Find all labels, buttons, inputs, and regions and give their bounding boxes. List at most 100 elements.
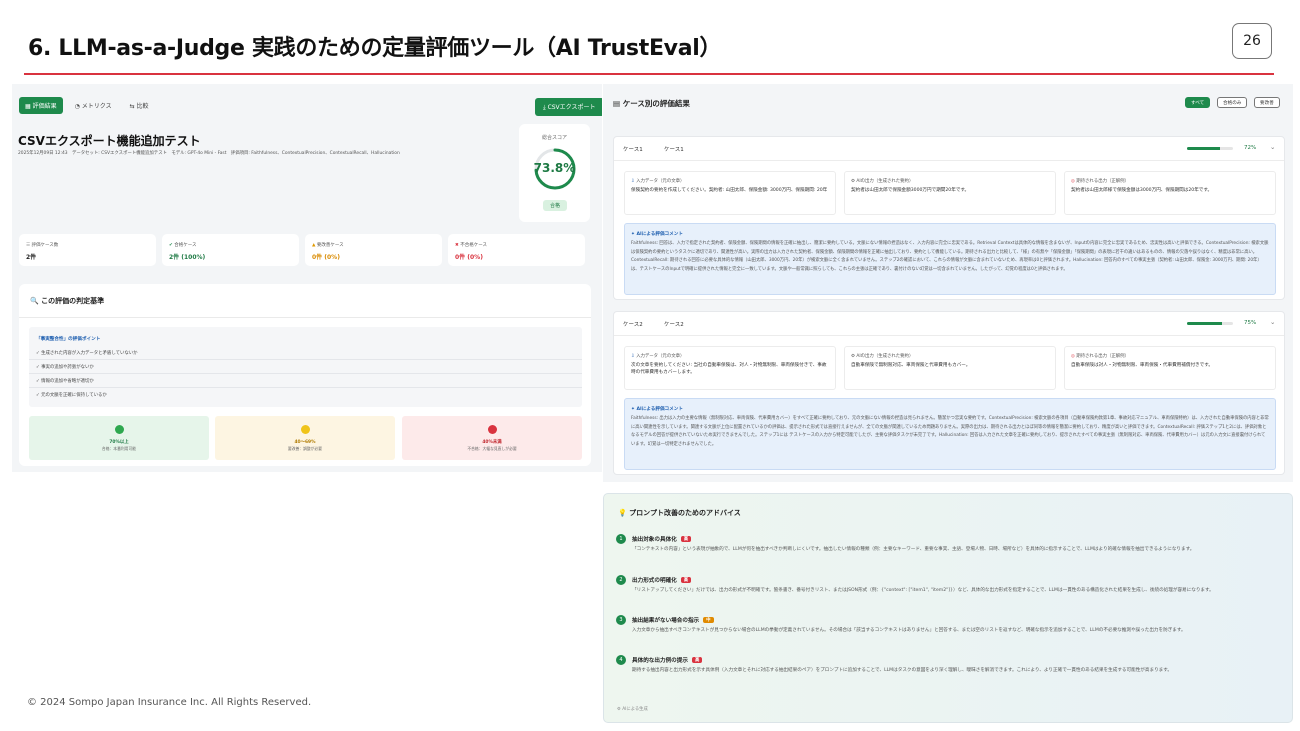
case-score-fill bbox=[1187, 322, 1222, 325]
magnifier-icon: 🔍 bbox=[30, 297, 42, 305]
overall-score-card: 総合スコア 73.8% 合格 bbox=[519, 124, 590, 222]
filter-needs-improvement-button[interactable]: 要改善 bbox=[1254, 97, 1280, 108]
pass-badge: 合格 bbox=[543, 200, 567, 211]
input-data-box: ⇩ 入力データ（元の文章） 次の文章を要約してください: 当社の自動車保険は、対… bbox=[624, 346, 836, 390]
ai-comment-text: Faithfulness: 出力は入力の主要な情報（無制限対応、車両保険、代車費… bbox=[631, 416, 1269, 448]
case-header[interactable]: ケース2 ケース2 75% ⌄ bbox=[614, 312, 1284, 336]
csv-export-button[interactable]: ⤓ CSVエクスポート bbox=[535, 98, 602, 116]
divider bbox=[19, 317, 591, 318]
case-score-fill bbox=[1187, 147, 1221, 150]
stat-value: 0件 (0%) bbox=[312, 254, 340, 261]
chevron-down-icon[interactable]: ⌄ bbox=[1270, 318, 1275, 326]
stat-value: 0件 (0%) bbox=[455, 254, 483, 261]
case-score: 75% bbox=[1244, 320, 1257, 326]
copyright-footer: © 2024 Sompo Japan Insurance Inc. All Ri… bbox=[27, 697, 312, 708]
green-dot-icon bbox=[114, 425, 124, 434]
view-tabs: ▦ 評価結果 ◔ メトリクス ⇆ 比較 bbox=[19, 97, 155, 114]
stat-value: 2件 (100%) bbox=[169, 254, 206, 261]
case-card: ケース2 ケース2 75% ⌄ ⇩ 入力データ（元の文章） 次の文章を要約してく… bbox=[613, 311, 1285, 475]
slide-title: 6. LLM-as-a-Judge 実践のための定量評価ツール（AI Trust… bbox=[28, 36, 722, 61]
filter-all-button[interactable]: すべて bbox=[1185, 97, 1211, 108]
output-text: 自動車保険で無制限対応、車両保険と代車費用もカバー。 bbox=[851, 363, 971, 368]
case-header[interactable]: ケース1 ケース1 72% ⌄ bbox=[614, 137, 1284, 161]
list-item: ✓ 事実の追加や誇張がないか bbox=[36, 365, 94, 370]
priority-badge: 高 bbox=[680, 577, 692, 583]
chevron-down-icon[interactable]: ⌄ bbox=[1270, 143, 1275, 151]
advice-text: 入力文章から抽出すべきコンテキストが見つからない場合のLLMの挙動が定義されてい… bbox=[632, 628, 1186, 633]
tier-fail: 40%未満 不合格：大幅な見直しが必要 bbox=[402, 416, 582, 460]
points-title: 「事実整合性」の評価ポイント bbox=[36, 337, 101, 342]
tab-metrics[interactable]: ◔ メトリクス bbox=[69, 97, 118, 114]
ai-comment-box: ✦ AIによる評価コメント Faithfulness: 回答は、入力で指定された… bbox=[624, 223, 1276, 295]
case-score: 72% bbox=[1244, 145, 1257, 151]
tab-results[interactable]: ▦ 評価結果 bbox=[19, 97, 63, 114]
advice-heading: 抽出対象の具体化 bbox=[632, 537, 677, 543]
advice-heading: 具体的な出力例の提示 bbox=[632, 658, 688, 664]
prompt-advice-panel: 💡 プロンプト改善のためのアドバイス 1 抽出対象の具体化高 「コンテキストの内… bbox=[603, 493, 1293, 723]
advice-title: プロンプト改善のためのアドバイス bbox=[629, 509, 741, 517]
stat-failed-cases: ✖ 不合格ケース 0件 (0%) bbox=[448, 234, 585, 266]
case-results-title: ケース別の評価結果 bbox=[622, 99, 690, 108]
step-number: 2 bbox=[616, 575, 626, 585]
filter-passed-button[interactable]: 合格のみ bbox=[1217, 97, 1248, 108]
stat-value: 2件 bbox=[26, 254, 37, 261]
stat-passed-cases: ✔ 合格ケース 2件 (100%) bbox=[162, 234, 299, 266]
test-title: CSVエクスポート機能追加テスト bbox=[18, 134, 201, 148]
advice-heading: 出力形式の明確化 bbox=[632, 578, 677, 584]
expected-output-box: ◎ 期待される出力（正解例） 自動車保険は対人・対物無制限、車両保険・代車費用補… bbox=[1064, 346, 1276, 390]
advice-heading: 抽出結果がない場合の指示 bbox=[632, 618, 700, 624]
score-value: 73.8% bbox=[533, 161, 576, 175]
priority-badge: 高 bbox=[680, 536, 692, 542]
red-dot-icon bbox=[487, 425, 497, 434]
stat-total-cases: ☰ 評価ケース数 2件 bbox=[19, 234, 156, 266]
output-text: 契約者は山田太郎で保険金額3000万円で期間20年です。 bbox=[851, 188, 970, 193]
advice-text: 「コンテキストの内容」という表現が抽象的で、LLMが何を抽出すべきか判断しにくい… bbox=[632, 547, 1195, 552]
tier-pass: 70%以上 合格：本番利用可能 bbox=[29, 416, 209, 460]
step-number: 1 bbox=[616, 534, 626, 544]
judgement-criteria-card: 🔍 この評価の判定基準 「事実整合性」の評価ポイント ✓ 生成された内容が入力デ… bbox=[19, 284, 591, 466]
advice-text: 期待する抽出内容と出力形式を示す具体例（入力文章とそれに対応する抽出結果のペア）… bbox=[632, 668, 1172, 673]
compare-icon: ⇆ bbox=[129, 103, 137, 110]
tier-needs-improvement: 40〜69% 要改善：調整が必要 bbox=[215, 416, 395, 460]
metrics-icon: ◔ bbox=[74, 103, 82, 110]
stat-needs-improvement-cases: ▲ 要改善ケース 0件 (0%) bbox=[305, 234, 442, 266]
ai-comment-box: ✦ AIによる評価コメント Faithfulness: 出力は入力の主要な情報（… bbox=[624, 398, 1276, 470]
expected-text: 自動車保険は対人・対物無制限、車両保険・代車費用補償付きです。 bbox=[1071, 363, 1213, 368]
input-text: 保険契約の要約を作成してください。契約者: 山田太郎、保険金額: 3000万円、… bbox=[631, 188, 828, 193]
yellow-dot-icon bbox=[300, 425, 310, 434]
input-data-box: ⇩ 入力データ（元の文章） 保険契約の要約を作成してください。契約者: 山田太郎… bbox=[624, 171, 836, 215]
evaluation-summary-screenshot: ▦ 評価結果 ◔ メトリクス ⇆ 比較 ⤓ CSVエクスポート CSVエクスポー… bbox=[12, 84, 602, 472]
page-number: 26 bbox=[1232, 23, 1272, 59]
ai-output-box: ⚙ AIの出力（生成された要約） 契約者は山田太郎で保険金額3000万円で期間2… bbox=[844, 171, 1056, 215]
list-item: ✓ 情報の追加や省略が適切か bbox=[36, 379, 94, 384]
evaluation-points: 「事実整合性」の評価ポイント ✓ 生成された内容が入力データと矛盾していないか … bbox=[29, 327, 582, 407]
lightbulb-icon: 💡 bbox=[618, 509, 630, 517]
step-number: 3 bbox=[616, 615, 626, 625]
results-icon: ▦ bbox=[25, 103, 33, 110]
ai-output-box: ⚙ AIの出力（生成された要約） 自動車保険で無制限対応、車両保険と代車費用もカ… bbox=[844, 346, 1056, 390]
step-number: 4 bbox=[616, 655, 626, 665]
case-number: ケース1 bbox=[623, 147, 643, 153]
tab-compare[interactable]: ⇆ 比較 bbox=[124, 97, 155, 114]
list-item: ✓ 元の文脈を正確に保持しているか bbox=[36, 393, 107, 398]
criteria-title: この評価の判定基準 bbox=[41, 297, 105, 305]
priority-badge: 高 bbox=[691, 657, 703, 663]
expected-text: 契約者は山田太郎様で保険金額は3000万円、保険期間は20年です。 bbox=[1071, 188, 1213, 193]
case-results-screenshot: ▤ ケース別の評価結果 すべて 合格のみ 要改善 ケース1 ケース1 72% ⌄… bbox=[603, 84, 1293, 482]
score-label: 総合スコア bbox=[541, 135, 567, 141]
advice-text: 「リストアップしてください」だけでは、出力の形式が不明確です。箇条書き、番号付き… bbox=[632, 588, 1214, 593]
expected-output-box: ◎ 期待される出力（正解例） 契約者は山田太郎様で保険金額は3000万円、保険期… bbox=[1064, 171, 1276, 215]
priority-badge: 中 bbox=[703, 617, 714, 623]
case-card: ケース1 ケース1 72% ⌄ ⇩ 入力データ（元の文章） 保険契約の要約を作成… bbox=[613, 136, 1285, 300]
title-underline bbox=[24, 73, 1274, 75]
case-score-bar bbox=[1187, 322, 1233, 325]
test-meta: 2025年12月09日 12:43 データセット: CSVエクスポート機能追加テ… bbox=[18, 151, 400, 156]
case-number: ケース2 bbox=[623, 322, 643, 328]
input-text: 次の文章を要約してください: 当社の自動車保険は、対人・対物無制限、車両保険付き… bbox=[631, 363, 827, 375]
case-name: ケース2 bbox=[664, 322, 684, 328]
ai-comment-text: Faithfulness: 回答は、入力で指定された契約者、保険金額、保険期間の… bbox=[631, 241, 1269, 273]
case-name: ケース1 bbox=[664, 147, 684, 153]
table-icon: ▤ bbox=[613, 99, 623, 108]
advice-footer: AIによる生成 bbox=[622, 707, 648, 712]
case-score-bar bbox=[1187, 147, 1233, 150]
